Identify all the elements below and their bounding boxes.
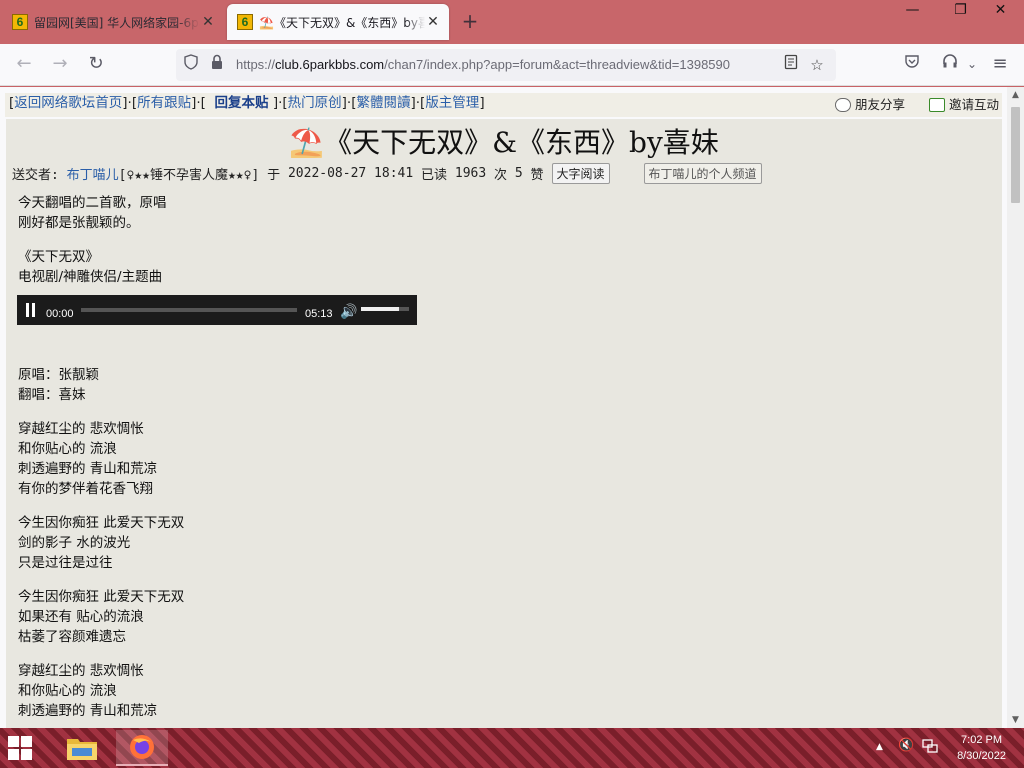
post-datetime: 2022-08-27 18:41 (287, 166, 414, 181)
tab-title: 留园网[美国] 华人网络家园-6park (34, 15, 200, 30)
scroll-thumb[interactable] (1011, 107, 1020, 203)
lyric-line: 枯萎了容颜难遗忘 (18, 629, 126, 645)
close-window-button[interactable]: ✕ (978, 0, 1023, 22)
song-source: 电视剧/神雕侠侣/主题曲 (18, 269, 163, 285)
bookmark-star-icon[interactable]: ☆ (806, 54, 828, 76)
clock-date: 8/30/2022 (957, 750, 1006, 762)
back-to-forum-link[interactable]: 返回网络歌坛首页 (14, 95, 122, 111)
lyric-line: 只是过往是过往 (18, 555, 113, 571)
address-bar[interactable]: https://club.6parkbbs.com/chan7/index.ph… (176, 49, 836, 81)
lyric-stanza: 穿越红尘的 悲欢惆怅 和你贴心的 流浪刺透遍野的 青山和荒凉 有你的梦伴着花香飞翔 (18, 419, 417, 499)
lyric-line: 如果还有 贴心的流浪 (18, 609, 144, 625)
chevron-down-icon[interactable]: ⌄ (960, 53, 984, 77)
large-text-button[interactable]: 大字阅读 (551, 163, 610, 184)
tab-strip: 6 留园网[美国] 华人网络家园-6park ✕ 6 ⛱️《天下无双》&《东西》… (0, 0, 1024, 44)
lyric-line: 有你的梦伴着花香飞翔 (18, 481, 153, 497)
current-time: 00:00 (46, 308, 74, 320)
lyric-line: 和你贴心的 流浪 (18, 441, 117, 457)
tab-current-post[interactable]: 6 ⛱️《天下无双》&《东西》by喜妹 ✕ (227, 4, 449, 40)
network-icon[interactable] (922, 738, 938, 758)
firefox-icon[interactable] (116, 730, 168, 766)
credits: 原唱：张靓颖 翻唱：喜妹 (18, 367, 99, 403)
system-clock[interactable]: 7:02 PM 8/30/2022 (957, 732, 1006, 764)
extension-headphones-icon[interactable] (938, 53, 962, 77)
at-label: 于 (267, 168, 281, 183)
file-explorer-icon[interactable] (56, 730, 108, 766)
6park-favicon-icon: 6 (12, 14, 28, 30)
scroll-up-icon[interactable]: ▲ (1007, 87, 1024, 103)
minimize-button[interactable]: — (890, 0, 935, 22)
likes-count: 5 (514, 166, 523, 181)
author-link[interactable]: 布丁喵儿 (67, 164, 119, 183)
lyric-line: 刺透遍野的 青山和荒凉 (18, 703, 158, 719)
tray-chevron-icon[interactable]: ▲ (876, 742, 883, 752)
page-scrollbar[interactable]: ▲ ▼ (1007, 87, 1024, 728)
post-meta: 送交者: 布丁喵儿 [♀★★锤不孕害人魔★★♀] 于 2022-08-27 18… (12, 163, 762, 184)
post-article: ⛱️《天下无双》&《东西》by喜妹 送交者: 布丁喵儿 [♀★★锤不孕害人魔★★… (6, 119, 1002, 728)
wechat-icon (835, 98, 851, 112)
song-info: 《天下无双》 电视剧/神雕侠侣/主题曲 (18, 247, 417, 287)
author-title: [♀★★锤不孕害人魔★★♀] (118, 168, 260, 183)
close-tab-icon[interactable]: ✕ (425, 14, 441, 30)
tab-6park-home[interactable]: 6 留园网[美国] 华人网络家园-6park ✕ (2, 4, 224, 40)
close-tab-icon[interactable]: ✕ (200, 14, 216, 30)
windows-start-icon[interactable] (8, 736, 34, 760)
reader-view-icon[interactable] (780, 54, 802, 76)
lyric-stanza: 今生因你痴狂 此爱天下无双 剑的影子 水的波光 只是过往是过往 (18, 513, 417, 573)
lyric-stanza: 穿越红尘的 悲欢惆怅 和你贴心的 流浪刺透遍野的 青山和荒凉 (18, 661, 417, 721)
url-text[interactable]: https://club.6parkbbs.com/chan7/index.ph… (236, 57, 776, 72)
forum-top-nav: [返回网络歌坛首页]·[所有跟贴]·[ 回复本贴 ]·[热门原创]·[繁體閱讀]… (5, 93, 1002, 117)
mail-icon (929, 98, 945, 112)
pocket-icon[interactable] (900, 53, 924, 77)
reload-icon[interactable]: ↻ (84, 53, 108, 77)
traditional-chinese-link[interactable]: 繁體閱讀 (356, 95, 410, 111)
restore-button[interactable]: ❐ (938, 0, 983, 22)
volume-icon[interactable]: 🔊 (340, 301, 357, 321)
web-page: [返回网络歌坛首页]·[所有跟贴]·[ 回复本贴 ]·[热门原创]·[繁體閱讀]… (0, 87, 1024, 728)
moderator-link[interactable]: 版主管理 (425, 95, 479, 111)
lyrics: 穿越红尘的 悲欢惆怅 和你贴心的 流浪 刺透遍野的 青山和荒凉 有你的梦伴着花香飞翔今… (18, 419, 417, 721)
seek-bar[interactable] (81, 308, 297, 312)
forward-arrow-icon[interactable]: → (48, 53, 72, 77)
clock-time: 7:02 PM (961, 734, 1003, 746)
scroll-down-icon[interactable]: ▼ (1007, 712, 1024, 728)
lock-icon[interactable] (206, 54, 228, 76)
hot-original-link[interactable]: 热门原创 (288, 95, 342, 111)
tab-title: ⛱️《天下无双》&《东西》by喜妹 (259, 15, 425, 30)
all-replies-link[interactable]: 所有跟贴 (137, 95, 191, 111)
song-title: 《天下无双》 (18, 249, 99, 265)
times-label: 次 (494, 168, 508, 183)
navigation-toolbar: ← → ↻ https://club.6parkbbs.com/chan7/in… (0, 44, 1024, 86)
likes-label: 赞 (530, 168, 544, 183)
pause-button[interactable] (26, 303, 36, 317)
lyric-line: 今生因你痴狂 此爱天下无双 (18, 589, 185, 605)
reply-link[interactable]: 回复本贴 (215, 95, 269, 111)
read-label: 已读 (421, 168, 448, 183)
lyric-line: 穿越红尘的 悲欢惆怅 (18, 663, 144, 679)
windows-taskbar: ▲ 🔇 7:02 PM 8/30/2022 (0, 728, 1024, 768)
post-title: ⛱️《天下无双》&《东西》by喜妹 (289, 126, 719, 159)
new-tab-button[interactable]: + (458, 10, 482, 34)
lyric-line: 今生因你痴狂 此爱天下无双 (18, 515, 185, 531)
lyric-line: 刺透遍野的 青山和荒凉 (18, 461, 158, 477)
lyric-line: 和你贴心的 流浪 (18, 683, 117, 699)
audio-player: 00:00 05:13 🔊 (17, 295, 417, 325)
duration: 05:13 (305, 308, 333, 320)
lyric-line: 穿越红尘的 悲欢惆怅 (18, 421, 144, 437)
author-channel-button[interactable]: 布丁喵儿的个人频道 (643, 163, 762, 184)
lyric-stanza: 今生因你痴狂 此爱天下无双 如果还有 贴心的流浪 枯萎了容颜难遗忘 (18, 587, 417, 647)
6park-favicon-icon: 6 (237, 14, 253, 30)
volume-slider[interactable] (361, 307, 409, 311)
share-friends-button[interactable]: 朋友分享 (835, 95, 905, 115)
back-arrow-icon[interactable]: ← (12, 53, 36, 77)
read-count: 1963 (454, 166, 487, 181)
lyric-line: 剑的影子 水的波光 (18, 535, 131, 551)
post-body: 今天翻唱的二首歌，原唱 刚好都是张靓颖的。 《天下无双》 电视剧/神雕侠侣/主题… (17, 193, 417, 728)
tracking-shield-icon[interactable] (180, 54, 202, 76)
intro-paragraph: 今天翻唱的二首歌，原唱 刚好都是张靓颖的。 (18, 195, 167, 231)
sender-label: 送交者: (12, 168, 59, 183)
invite-button[interactable]: 邀请互动 (929, 95, 999, 115)
hamburger-menu-icon[interactable]: ≡ (988, 53, 1012, 77)
volume-muted-icon[interactable]: 🔇 (898, 738, 914, 753)
